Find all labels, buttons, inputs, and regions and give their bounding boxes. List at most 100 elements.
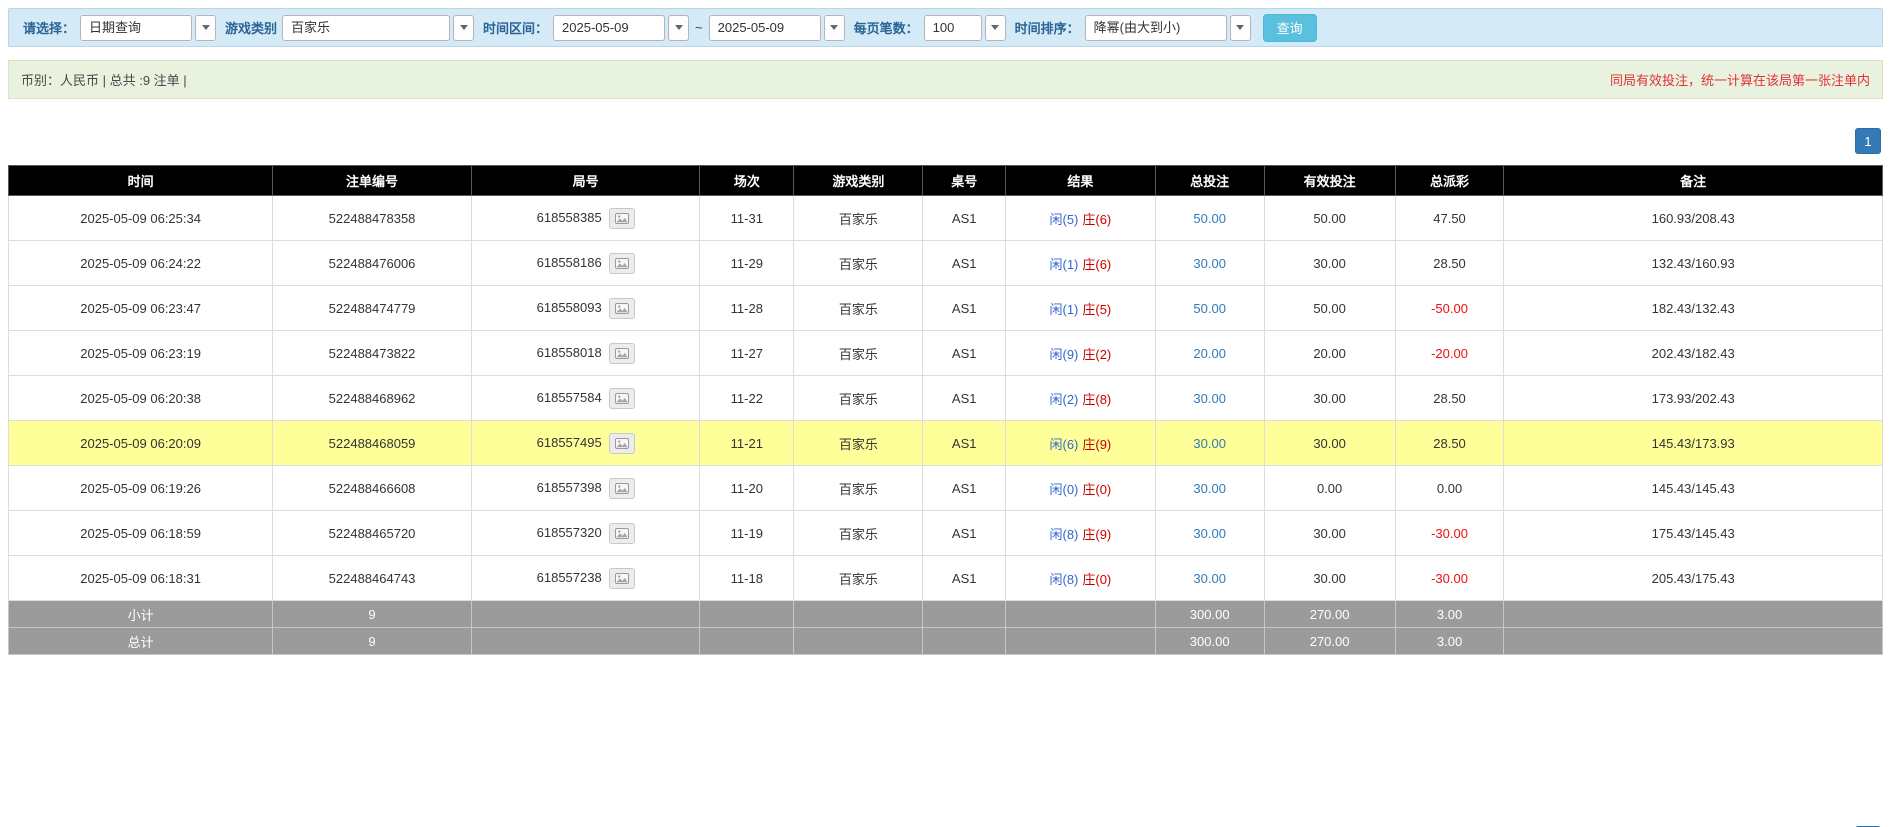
date-from-select[interactable]: 2025-05-09 xyxy=(553,15,689,41)
date-from-value[interactable]: 2025-05-09 xyxy=(553,15,665,41)
cell-bet-id: 522488466608 xyxy=(273,466,472,511)
result-banker: 庄(0) xyxy=(1082,572,1111,587)
round-id: 618558018 xyxy=(537,344,602,359)
cell-time: 2025-05-09 06:18:59 xyxy=(9,511,273,556)
query-type-value[interactable]: 日期查询 xyxy=(80,15,192,41)
table-row: 2025-05-09 06:23:19 522488473822 6185580… xyxy=(9,331,1883,376)
summary-valid-bet: 270.00 xyxy=(1264,628,1395,655)
cell-note: 145.43/173.93 xyxy=(1504,421,1883,466)
page-size-select[interactable]: 100 xyxy=(924,15,1006,41)
cell-result: 闲(5)庄(6) xyxy=(1005,196,1155,241)
table-row: 2025-05-09 06:24:22 522488476006 6185581… xyxy=(9,241,1883,286)
column-header: 总派彩 xyxy=(1395,166,1504,196)
summary-label: 总计 xyxy=(9,628,273,655)
total-bet-link[interactable]: 50.00 xyxy=(1193,211,1226,226)
summary-total-bet: 300.00 xyxy=(1155,628,1264,655)
picture-icon xyxy=(615,303,629,314)
cell-bet-id: 522488478358 xyxy=(273,196,472,241)
cell-time: 2025-05-09 06:19:26 xyxy=(9,466,273,511)
sort-order-value[interactable]: 降幂(由大到小) xyxy=(1085,15,1227,41)
cell-session: 11-19 xyxy=(700,511,794,556)
cell-time: 2025-05-09 06:24:22 xyxy=(9,241,273,286)
total-bet-link[interactable]: 30.00 xyxy=(1193,436,1226,451)
result-banker: 庄(5) xyxy=(1082,302,1111,317)
cell-note: 202.43/182.43 xyxy=(1504,331,1883,376)
picture-icon xyxy=(615,258,629,269)
picture-icon xyxy=(615,393,629,404)
game-category-select[interactable]: 百家乐 xyxy=(282,15,474,41)
cell-result: 闲(1) 庄(5) xyxy=(1005,286,1155,331)
cell-result: 闲(6)庄(9) xyxy=(1005,421,1155,466)
date-to-select[interactable]: 2025-05-09 xyxy=(709,15,845,41)
cell-round-id: 618557398 xyxy=(471,466,700,511)
cell-valid-bet: 30.00 xyxy=(1264,241,1395,286)
cell-total-bet: 30.00 xyxy=(1155,466,1264,511)
date-to-value[interactable]: 2025-05-09 xyxy=(709,15,821,41)
caret-icon xyxy=(1236,25,1244,30)
chevron-down-icon[interactable] xyxy=(453,15,474,41)
round-result-icon[interactable] xyxy=(609,253,635,274)
summary-payout: 3.00 xyxy=(1395,628,1504,655)
cell-result: 闲(1)庄(6) xyxy=(1005,241,1155,286)
cell-valid-bet: 30.00 xyxy=(1264,511,1395,556)
table-row: 2025-05-09 06:18:59 522488465720 6185573… xyxy=(9,511,1883,556)
cell-total-bet: 30.00 xyxy=(1155,421,1264,466)
game-category-value[interactable]: 百家乐 xyxy=(282,15,450,41)
round-result-icon[interactable] xyxy=(609,523,635,544)
total-bet-link[interactable]: 50.00 xyxy=(1193,301,1226,316)
round-result-icon[interactable] xyxy=(609,433,635,454)
round-result-icon[interactable] xyxy=(609,568,635,589)
valid-bet-notice: 同局有效投注，统一计算在该局第一张注单内 xyxy=(1610,70,1870,89)
round-result-icon[interactable] xyxy=(609,298,635,319)
total-bet-link[interactable]: 30.00 xyxy=(1193,526,1226,541)
result-banker: 庄(2) xyxy=(1082,347,1111,362)
summary-count: 9 xyxy=(273,601,472,628)
summary-empty-cell xyxy=(1005,628,1155,655)
round-result-icon[interactable] xyxy=(609,343,635,364)
cell-bet-id: 522488465720 xyxy=(273,511,472,556)
picture-icon xyxy=(615,528,629,539)
round-result-icon[interactable] xyxy=(609,208,635,229)
bet-records-table: 时间注单编号局号场次游戏类别桌号结果总投注有效投注总派彩备注 2025-05-0… xyxy=(8,165,1883,655)
sort-order-select[interactable]: 降幂(由大到小) xyxy=(1085,15,1251,41)
round-id: 618557584 xyxy=(537,389,602,404)
column-header: 局号 xyxy=(471,166,700,196)
cell-round-id: 618557320 xyxy=(471,511,700,556)
cell-game: 百家乐 xyxy=(794,556,923,601)
cell-table-no: AS1 xyxy=(923,241,1005,286)
game-category-label: 游戏类别 xyxy=(225,18,277,37)
summary-row: 总计 9 300.00 270.00 3.00 xyxy=(9,628,1883,655)
total-bet-link[interactable]: 30.00 xyxy=(1193,481,1226,496)
chevron-down-icon[interactable] xyxy=(985,15,1006,41)
round-id: 618557238 xyxy=(537,569,602,584)
cell-total-bet: 30.00 xyxy=(1155,241,1264,286)
cell-session: 11-29 xyxy=(700,241,794,286)
cell-note: 205.43/175.43 xyxy=(1504,556,1883,601)
time-range-label: 时间区间： xyxy=(483,18,548,37)
round-id: 618557320 xyxy=(537,524,602,539)
round-result-icon[interactable] xyxy=(609,478,635,499)
table-header: 时间注单编号局号场次游戏类别桌号结果总投注有效投注总派彩备注 xyxy=(9,166,1883,196)
total-bet-link[interactable]: 30.00 xyxy=(1193,571,1226,586)
query-type-select[interactable]: 日期查询 xyxy=(80,15,216,41)
cell-payout: -50.00 xyxy=(1395,286,1504,331)
cell-game: 百家乐 xyxy=(794,511,923,556)
chevron-down-icon[interactable] xyxy=(195,15,216,41)
cell-total-bet: 30.00 xyxy=(1155,556,1264,601)
chevron-down-icon[interactable] xyxy=(824,15,845,41)
chevron-down-icon[interactable] xyxy=(1230,15,1251,41)
search-button[interactable]: 查询 xyxy=(1263,14,1317,42)
total-bet-link[interactable]: 20.00 xyxy=(1193,346,1226,361)
cell-note: 160.93/208.43 xyxy=(1504,196,1883,241)
result-player: 闲(1) xyxy=(1049,302,1078,317)
top-pagination: 1 xyxy=(10,128,1881,154)
total-bet-link[interactable]: 30.00 xyxy=(1193,391,1226,406)
picture-icon xyxy=(615,483,629,494)
page-size-value[interactable]: 100 xyxy=(924,15,982,41)
chevron-down-icon[interactable] xyxy=(668,15,689,41)
result-player: 闲(6) xyxy=(1049,437,1078,452)
pagination-page-1[interactable]: 1 xyxy=(1855,128,1881,154)
summary-empty-cell xyxy=(794,628,923,655)
total-bet-link[interactable]: 30.00 xyxy=(1193,256,1226,271)
round-result-icon[interactable] xyxy=(609,388,635,409)
